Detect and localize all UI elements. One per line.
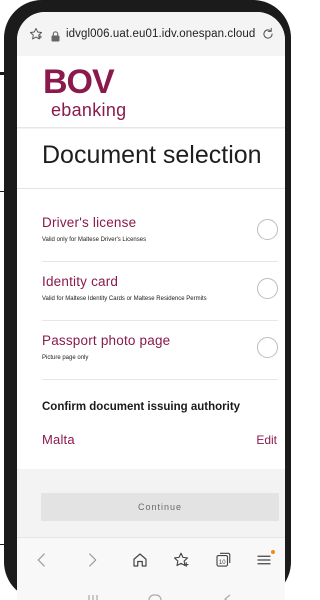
option-description: Valid only for Maltese Driver's Licenses (42, 237, 147, 243)
phone-frame: idvgl006.uat.eu01.idv.onespan.cloud BOV … (4, 0, 291, 600)
site-header: BOV ebanking (17, 56, 285, 128)
continue-button[interactable]: Continue (41, 493, 279, 521)
document-selection-card: Document selection Driver's license Vali… (17, 129, 285, 469)
option-passport-photo-page[interactable]: Passport photo page Picture page only (42, 333, 278, 395)
back-button-icon[interactable] (223, 591, 233, 600)
recent-apps-icon[interactable] (87, 591, 99, 600)
authority-value: Malta (42, 432, 75, 447)
option-label: Passport photo page (42, 333, 171, 348)
lock-icon (51, 29, 60, 41)
option-identity-card[interactable]: Identity card Valid for Maltese Identity… (42, 274, 278, 336)
home-button-icon[interactable] (148, 591, 162, 600)
tabs-icon[interactable]: 10 (214, 551, 232, 569)
option-drivers-license[interactable]: Driver's license Valid only for Maltese … (42, 215, 278, 277)
option-label: Driver's license (42, 215, 137, 230)
divider (42, 379, 278, 380)
option-label: Identity card (42, 274, 119, 289)
divider (42, 320, 278, 321)
notification-dot (271, 550, 275, 554)
bov-logo: BOV (43, 63, 115, 101)
option-description: Valid for Maltese Identity Cards or Malt… (42, 296, 207, 302)
divider (42, 261, 278, 262)
reload-icon[interactable] (261, 27, 275, 41)
url-text[interactable]: idvgl006.uat.eu01.idv.onespan.cloud (66, 28, 255, 40)
star-add-icon[interactable] (172, 551, 190, 569)
system-nav-bar (17, 581, 285, 600)
menu-icon[interactable] (255, 550, 275, 569)
edit-authority-link[interactable]: Edit (256, 433, 277, 447)
ebanking-logo-text: ebanking (51, 100, 127, 120)
authority-heading: Confirm document issuing authority (42, 401, 241, 413)
phone-screen: idvgl006.uat.eu01.idv.onespan.cloud BOV … (17, 12, 285, 600)
chevron-left-icon[interactable] (33, 551, 51, 569)
radio-button[interactable] (257, 278, 278, 299)
option-description: Picture page only (42, 355, 89, 361)
chevron-right-icon[interactable] (83, 551, 101, 569)
star-outline-icon[interactable] (29, 27, 43, 41)
radio-button[interactable] (257, 219, 278, 240)
browser-toolbar: 10 (17, 537, 285, 581)
browser-url-bar[interactable]: idvgl006.uat.eu01.idv.onespan.cloud (17, 12, 285, 56)
home-icon[interactable] (131, 551, 149, 569)
divider (17, 188, 285, 189)
svg-text:10: 10 (219, 560, 226, 566)
page-title: Document selection (42, 141, 262, 169)
radio-button[interactable] (257, 337, 278, 358)
